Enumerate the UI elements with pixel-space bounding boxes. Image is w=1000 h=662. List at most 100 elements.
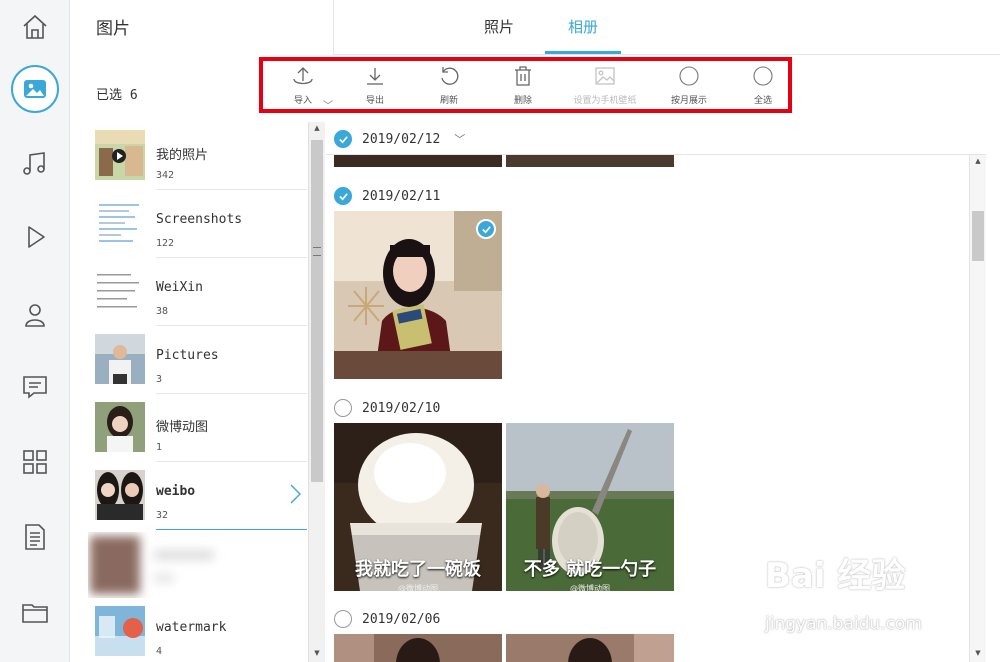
nav-apps[interactable] — [8, 435, 62, 489]
blurred-album-item — [88, 532, 288, 598]
album-count: 32 — [156, 510, 169, 521]
video-icon — [28, 226, 45, 248]
select-all-toggle[interactable]: 全选 — [723, 65, 803, 106]
by-month-toggle[interactable]: 按月展示 — [649, 65, 729, 106]
check-icon — [338, 135, 348, 143]
app-window: 图片 照片 相册 已选 6 导入 ﹀ 导出 刷新 删除 设置为手机壁纸 按月展示… — [0, 0, 1000, 662]
delete-label: 删除 — [513, 96, 532, 106]
check-icon — [481, 225, 491, 233]
music-icon — [23, 152, 45, 175]
nav-files[interactable] — [8, 585, 62, 639]
album-list-scroll-thumb[interactable] — [311, 140, 323, 482]
album-item[interactable]: 我的照片 342 — [94, 122, 307, 190]
photo-thumbnail-selected[interactable] — [334, 211, 502, 379]
trash-icon — [515, 66, 531, 86]
photo-thumbnail[interactable]: 我就吃了一碗饭 @微博动图 — [334, 423, 502, 591]
import-dropdown-chevron-icon[interactable]: ﹀ — [323, 97, 333, 112]
date-group-header: 2019/02/12 ﹀ — [334, 128, 465, 150]
date-group-header: 2019/02/11 — [334, 185, 440, 207]
album-thumbnail — [95, 198, 145, 248]
delete-button[interactable]: 删除 — [483, 65, 563, 106]
scroll-down-arrow-icon[interactable]: ▼ — [973, 649, 983, 657]
watermark-brand: Bai 经验 — [765, 556, 906, 596]
album-count: 342 — [156, 170, 175, 181]
refresh-label: 刷新 — [439, 96, 458, 106]
photo-thumbnail[interactable] — [334, 634, 502, 662]
radio-icon — [753, 66, 773, 86]
tab-albums[interactable]: 相册 — [568, 16, 598, 37]
album-item[interactable]: Pictures 3 — [94, 326, 307, 394]
album-thumbnail — [95, 266, 145, 316]
messages-icon — [23, 376, 47, 399]
album-item[interactable]: WeiXin 38 — [94, 258, 307, 326]
download-icon — [367, 68, 383, 85]
header-bottom-divider — [333, 54, 1000, 55]
nav-photos[interactable] — [8, 62, 62, 116]
chevron-right-icon — [290, 484, 301, 504]
photo-thumbnail[interactable] — [334, 155, 502, 167]
album-item-selected[interactable]: weibo 32 — [94, 462, 307, 530]
album-name: Screenshots — [156, 212, 243, 227]
group-select-checkbox[interactable] — [334, 399, 352, 417]
album-name: WeiXin — [156, 280, 203, 295]
album-list-scrollbar[interactable]: ▲ ▼ — [308, 122, 325, 662]
scroll-up-arrow-icon[interactable]: ▲ — [973, 157, 983, 165]
contacts-icon — [25, 304, 45, 327]
check-icon — [338, 192, 348, 200]
photo-thumbnail[interactable]: 不多 就吃一勺子 @微博动图 — [506, 423, 674, 591]
nav-messages[interactable] — [8, 360, 62, 414]
group-date: 2019/02/11 — [362, 188, 441, 204]
group-select-checkbox[interactable] — [334, 130, 352, 148]
group-date: 2019/02/06 — [362, 611, 441, 627]
album-item[interactable]: watermark 4 — [94, 598, 307, 662]
collapse-chevron-icon[interactable]: ﹀ — [454, 131, 465, 147]
photo-thumbnail[interactable] — [506, 634, 674, 662]
photo-selected-checkmark[interactable] — [476, 219, 496, 239]
document-icon — [25, 524, 45, 550]
album-count: 4 — [156, 646, 163, 657]
nav-contacts[interactable] — [8, 288, 62, 342]
selected-count: 已选 6 — [96, 88, 138, 103]
watermark-url: jingyan.baidu.com — [765, 614, 922, 634]
album-count: 122 — [156, 238, 175, 249]
nav-music[interactable] — [8, 137, 62, 191]
left-nav — [0, 0, 70, 662]
watermark: Bai 经验 jingyan.baidu.com — [765, 548, 975, 648]
import-button[interactable]: 导入 ﹀ — [263, 65, 343, 112]
refresh-button[interactable]: 刷新 — [409, 65, 489, 106]
refresh-icon — [441, 67, 459, 85]
tab-photos[interactable]: 照片 — [484, 16, 514, 37]
wallpaper-image-icon — [595, 67, 615, 85]
date-group-header: 2019/02/10 — [334, 397, 440, 419]
upload-icon — [293, 67, 313, 85]
album-thumbnail — [95, 470, 145, 520]
apps-icon — [23, 450, 47, 474]
export-button[interactable]: 导出 — [335, 65, 415, 106]
album-count: 1 — [156, 442, 163, 453]
date-group-header: 2019/02/06 — [334, 608, 440, 630]
album-name: watermark — [156, 620, 227, 635]
album-name: 微博动图 — [156, 420, 209, 435]
nav-video[interactable] — [8, 210, 62, 264]
photo-caption: 我就吃了一碗饭 — [355, 559, 481, 580]
album-item[interactable]: Screenshots 122 — [94, 190, 307, 258]
group-select-checkbox[interactable] — [334, 610, 352, 628]
album-thumbnail — [95, 130, 145, 180]
set-wallpaper-button[interactable]: 设置为手机壁纸 — [565, 65, 645, 106]
nav-documents[interactable] — [8, 510, 62, 564]
scroll-up-arrow-icon[interactable]: ▲ — [312, 124, 322, 132]
photo-caption: 不多 就吃一勺子 — [523, 559, 657, 580]
album-list: 我的照片 342 Screenshots 122 WeiXin 38 Pictu… — [70, 122, 310, 662]
header-divider — [333, 0, 334, 54]
album-name: weibo — [156, 484, 196, 499]
nav-home[interactable] — [8, 0, 62, 54]
photos-icon — [24, 80, 46, 98]
photo-grid-scroll-thumb[interactable] — [972, 211, 984, 261]
page-title: 图片 — [96, 19, 130, 39]
photo-thumbnail[interactable] — [506, 155, 674, 167]
album-item[interactable]: 微博动图 1 — [94, 394, 307, 462]
group-select-checkbox[interactable] — [334, 187, 352, 205]
photo-source-label: @微博动图 — [570, 584, 610, 591]
scroll-down-arrow-icon[interactable]: ▼ — [312, 649, 322, 657]
album-thumbnail — [95, 334, 145, 384]
